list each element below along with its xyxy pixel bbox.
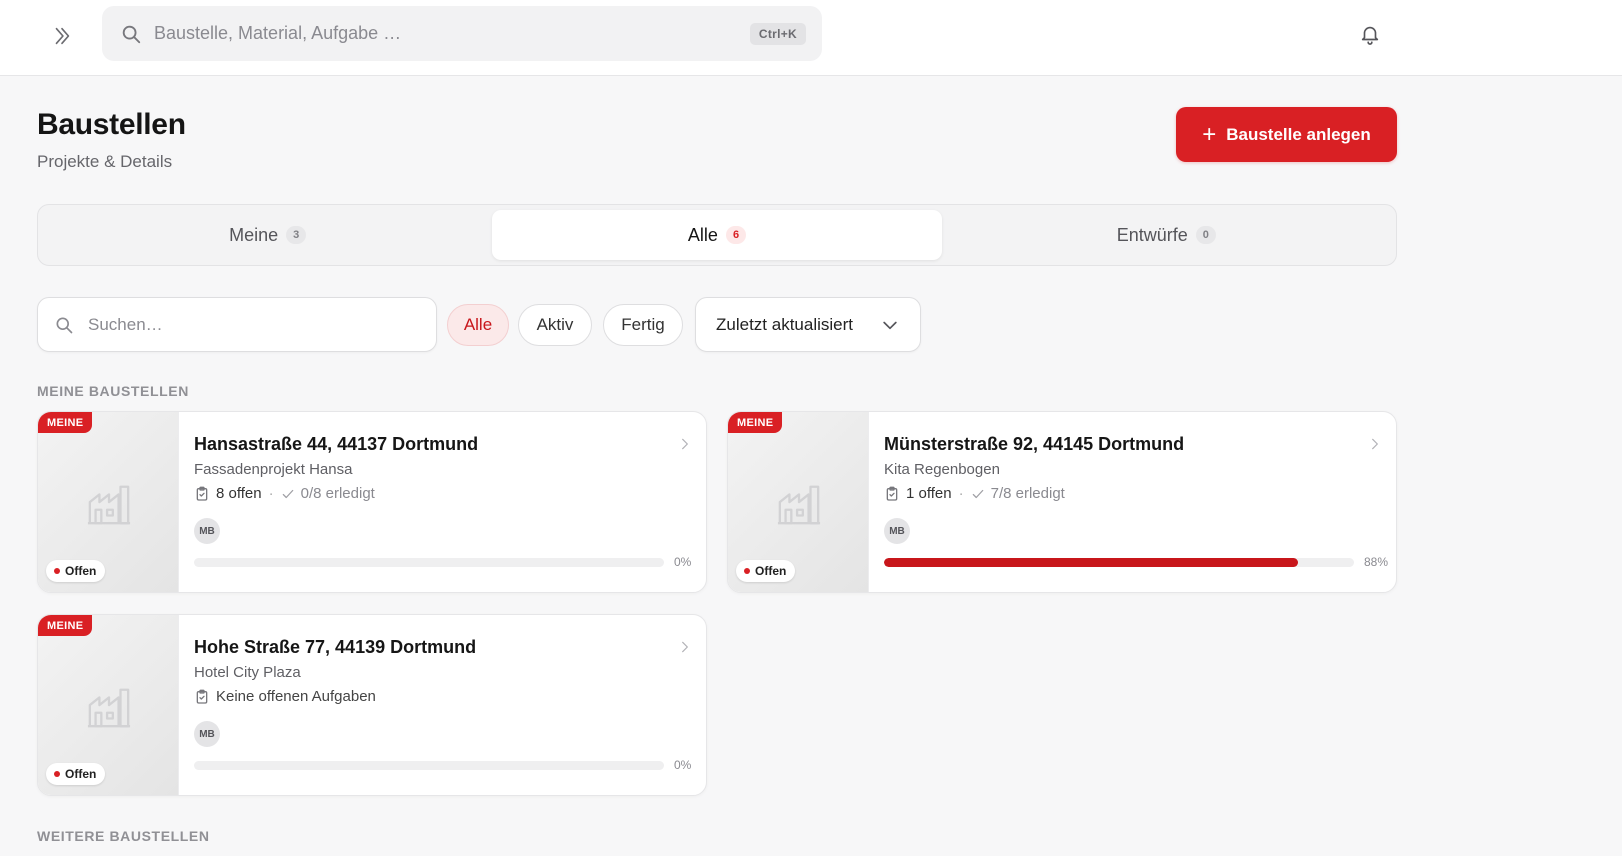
page-subtitle: Projekte & Details <box>37 152 173 171</box>
done-tasks: 7/8 erledigt <box>990 485 1065 502</box>
filter-chip-aktiv[interactable]: Aktiv <box>518 304 592 346</box>
site-search-input[interactable] <box>88 314 420 335</box>
building-icon <box>87 485 131 525</box>
create-site-button[interactable]: + Baustelle anlegen <box>1176 107 1397 162</box>
check-icon <box>282 489 293 498</box>
filter-chip-alle[interactable]: Alle <box>447 304 509 346</box>
project-name: Hotel City Plaza <box>194 664 301 681</box>
chevron-right-icon <box>1372 438 1378 450</box>
chevron-down-icon <box>883 321 897 329</box>
page-title: Baustellen <box>37 108 186 141</box>
mine-badge: MEINE <box>728 412 783 433</box>
separator-dot: · <box>268 485 274 502</box>
site-card[interactable]: MEINE Offen Hansastraße 44, 44137 Dortmu… <box>37 411 707 593</box>
tab-count-badge: 3 <box>286 226 307 244</box>
status-badge: Offen <box>46 763 106 785</box>
mine-badge: MEINE <box>38 615 93 636</box>
progress-fill <box>884 558 1298 567</box>
plus-icon: + <box>1202 120 1217 148</box>
global-search-box[interactable]: Ctrl+K <box>102 6 822 61</box>
search-icon <box>56 317 73 333</box>
tab-entwuerfe[interactable]: Entwürfe 0 <box>942 210 1391 260</box>
no-open-tasks: Keine offenen Aufgaben <box>216 688 376 705</box>
open-tasks: 8 offen <box>216 485 262 502</box>
progress-bar <box>194 761 664 770</box>
progress-label: 88% <box>1364 555 1389 569</box>
site-address: Hohe Straße 77, 44139 Dortmund <box>194 637 477 657</box>
tab-label: Alle <box>687 224 718 245</box>
site-thumbnail: MEINE Offen <box>728 412 869 592</box>
top-bar: Ctrl+K <box>0 0 1622 76</box>
chevron-right-icon <box>682 641 688 653</box>
tab-meine[interactable]: Meine 3 <box>43 210 492 260</box>
filter-chip-fertig[interactable]: Fertig <box>603 304 683 346</box>
clipboard-icon <box>196 486 208 501</box>
expand-sidebar-button[interactable] <box>46 20 78 52</box>
avatar: MB <box>194 721 220 747</box>
separator-dot: · <box>958 485 964 502</box>
site-address: Hansastraße 44, 44137 Dortmund <box>194 434 479 454</box>
task-stats: Keine offenen Aufgaben <box>194 688 376 705</box>
status-label: Offen <box>65 767 97 781</box>
notifications-button[interactable] <box>1356 19 1384 49</box>
status-label: Offen <box>755 564 787 578</box>
site-card[interactable]: MEINE Offen Münsterstraße 92, 44145 Dort… <box>727 411 1397 593</box>
search-icon <box>122 25 141 43</box>
section-label-mine: MEINE BAUSTELLEN <box>37 383 189 399</box>
avatar: MB <box>884 518 910 544</box>
global-search-input[interactable] <box>154 23 750 44</box>
section-label-more: WEITERE BAUSTELLEN <box>37 828 210 844</box>
sort-value: Zuletzt aktualisiert <box>716 314 853 334</box>
bell-icon <box>1361 26 1379 45</box>
site-card[interactable]: MEINE Offen Hohe Straße 77, 44139 Dortmu… <box>37 614 707 796</box>
site-search-box[interactable] <box>37 297 437 352</box>
progress-label: 0% <box>674 555 692 569</box>
status-badge: Offen <box>736 560 796 582</box>
progress-label: 0% <box>674 758 692 772</box>
tab-count-badge: 0 <box>1195 226 1216 244</box>
avatar: MB <box>194 518 220 544</box>
search-shortcut-badge: Ctrl+K <box>749 22 806 45</box>
clipboard-icon <box>196 689 208 704</box>
tab-label: Meine <box>229 224 279 245</box>
tab-label: Entwürfe <box>1116 224 1188 245</box>
open-tasks: 1 offen <box>906 485 952 502</box>
chevron-right-icon <box>682 438 688 450</box>
progress-bar <box>884 558 1354 567</box>
site-thumbnail: MEINE Offen <box>38 412 179 592</box>
progress-bar <box>194 558 664 567</box>
site-thumbnail: MEINE Offen <box>38 615 179 795</box>
chevrons-right-icon <box>55 27 70 45</box>
mine-badge: MEINE <box>38 412 93 433</box>
task-stats: 1 offen · 7/8 erledigt <box>884 485 1065 502</box>
building-icon <box>777 485 821 525</box>
clipboard-icon <box>886 486 898 501</box>
building-icon <box>87 688 131 728</box>
tab-alle[interactable]: Alle 6 <box>492 210 942 260</box>
status-dot-icon <box>54 771 60 777</box>
project-name: Kita Regenbogen <box>884 461 1000 478</box>
site-address: Münsterstraße 92, 44145 Dortmund <box>884 434 1185 454</box>
create-site-label: Baustelle anlegen <box>1226 124 1371 144</box>
project-name: Fassadenprojekt Hansa <box>194 461 353 478</box>
status-dot-icon <box>54 568 60 574</box>
done-tasks: 0/8 erledigt <box>300 485 375 502</box>
status-label: Offen <box>65 564 97 578</box>
tab-count-badge: 6 <box>725 226 747 244</box>
tab-bar: Meine 3 Alle 6 Entwürfe 0 <box>37 204 1397 266</box>
status-badge: Offen <box>46 560 106 582</box>
check-icon <box>972 489 983 498</box>
task-stats: 8 offen · 0/8 erledigt <box>194 485 375 502</box>
status-dot-icon <box>744 568 750 574</box>
sort-dropdown[interactable]: Zuletzt aktualisiert <box>695 297 921 352</box>
